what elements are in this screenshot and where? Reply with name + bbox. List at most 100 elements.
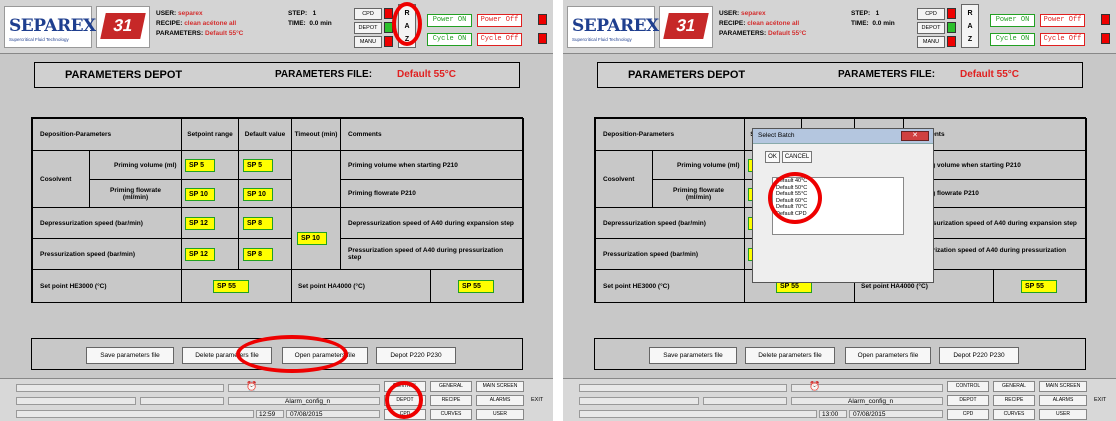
mode-depot-button[interactable]: DEPOT xyxy=(354,22,382,34)
time-label: TIME: xyxy=(288,20,306,27)
cycle-off-button[interactable]: Cycle Off xyxy=(477,33,522,46)
logo-tagline: Supercritical Fluid Technology xyxy=(9,37,69,42)
press-default[interactable]: SP 8 xyxy=(243,248,273,261)
mode-manu-button[interactable]: MANU xyxy=(354,36,382,48)
parameters-label: PARAMETERS: xyxy=(156,30,204,37)
ha4000-label: Set point HA4000 (°C) xyxy=(291,269,431,303)
nav-cpd[interactable]: CPD xyxy=(947,409,989,420)
nav-main-screen[interactable]: MAIN SCREEN xyxy=(1039,381,1087,392)
header-bar: SEPAREX Supercritical Fluid Technology 3… xyxy=(563,0,1116,54)
exit-button[interactable]: EXIT xyxy=(531,397,543,403)
mode-manu-button[interactable]: MANU xyxy=(917,36,945,48)
parameters-table: Deposition-Parameters Setpoint range Def… xyxy=(31,117,524,303)
cycle-off-button[interactable]: Cycle Off xyxy=(1040,33,1085,46)
priming-volume-default[interactable]: SP 5 xyxy=(243,159,273,172)
cycle-on-button[interactable]: Cycle ON xyxy=(427,33,472,46)
page-title-bar: PARAMETERS DEPOT PARAMETERS FILE: Defaul… xyxy=(34,62,520,88)
alarm-config: Alarm_config_n xyxy=(228,397,380,405)
priming-flowrate-setpoint[interactable]: SP 10 xyxy=(185,188,215,201)
cell-def-pv: SP 5 xyxy=(238,150,292,180)
mode-cpd-button[interactable]: CPD xyxy=(917,8,945,20)
anniversary-logo: 31 xyxy=(659,6,713,48)
nav-general[interactable]: GENERAL xyxy=(993,381,1035,392)
exit-button[interactable]: EXIT xyxy=(1094,397,1106,403)
close-icon[interactable]: ✕ xyxy=(901,131,929,141)
cell-sp-pv: SP 5 xyxy=(181,150,239,180)
alarm-clock-icon: ⏰ xyxy=(809,381,821,391)
nav-recipe[interactable]: RECIPE xyxy=(993,395,1035,406)
nav-curves[interactable]: CURVES xyxy=(430,409,472,420)
depress-setpoint[interactable]: SP 12 xyxy=(185,217,215,230)
depot-p220-button[interactable]: Depot P220 P230 xyxy=(939,347,1019,364)
open-parameters-button[interactable]: Open parameters file xyxy=(845,347,931,364)
power-off-button[interactable]: Power Off xyxy=(1040,14,1085,27)
header-params: Deposition-Parameters xyxy=(32,118,182,151)
depress-label: Depressurization speed (bar/min) xyxy=(595,207,745,239)
nav-control[interactable]: CONTROL xyxy=(947,381,989,392)
press-setpoint[interactable]: SP 12 xyxy=(185,248,215,261)
nav-alarms[interactable]: ALARMS xyxy=(1039,395,1087,406)
time-unit: min xyxy=(883,20,895,27)
user-value: separex xyxy=(741,10,766,17)
save-parameters-button[interactable]: Save parameters file xyxy=(649,347,737,364)
cell-def-ds: SP 8 xyxy=(238,207,292,239)
timeout-setpoint[interactable]: SP 10 xyxy=(297,232,327,245)
header-default: Default value xyxy=(238,118,292,151)
status-line-5 xyxy=(16,410,254,418)
ha4000-setpoint[interactable]: SP 55 xyxy=(1021,280,1057,293)
depress-comment: Depressurization speed of A40 during exp… xyxy=(340,207,524,239)
status-bar: ⏰ Alarm_config_n 13:00 07/08/2015 CONTRO… xyxy=(563,378,1116,421)
nav-alarms[interactable]: ALARMS xyxy=(476,395,524,406)
power-off-button[interactable]: Power Off xyxy=(477,14,522,27)
logo31-text: 31 xyxy=(100,13,146,39)
status-line-3 xyxy=(579,397,699,405)
cell-def-pf: SP 10 xyxy=(238,179,292,208)
clock-time: 13:00 xyxy=(819,410,847,418)
power-on-button[interactable]: Power ON xyxy=(990,14,1035,27)
nav-recipe[interactable]: RECIPE xyxy=(430,395,472,406)
manu-led xyxy=(384,36,393,47)
session-info: USER: separex RECIPE: clean acétone all … xyxy=(156,9,243,39)
power-on-button[interactable]: Power ON xyxy=(427,14,472,27)
priming-flowrate-label: Priming flowrate (ml/min) xyxy=(89,179,182,208)
dialog-cancel-button[interactable]: CANCEL xyxy=(782,151,812,163)
nav-general[interactable]: GENERAL xyxy=(430,381,472,392)
clock-time: 12:59 xyxy=(256,410,284,418)
depot-p220-button[interactable]: Depot P220 P230 xyxy=(376,347,456,364)
manu-led xyxy=(947,36,956,47)
logo31-text: 31 xyxy=(663,13,709,39)
nav-depot[interactable]: DEPOT xyxy=(947,395,989,406)
priming-flowrate-default[interactable]: SP 10 xyxy=(243,188,273,201)
status-line-5 xyxy=(579,410,817,418)
highlight-open-button xyxy=(236,335,348,373)
nav-user[interactable]: USER xyxy=(476,409,524,420)
header-setpoint: Setpoint range xyxy=(181,118,239,151)
logo-text: SEPAREX xyxy=(9,16,96,36)
page-title: PARAMETERS DEPOT xyxy=(628,69,746,81)
time-unit: min xyxy=(320,20,332,27)
depress-default[interactable]: SP 8 xyxy=(243,217,273,230)
time-value: 0.0 xyxy=(309,20,319,27)
save-parameters-button[interactable]: Save parameters file xyxy=(86,347,174,364)
nav-curves[interactable]: CURVES xyxy=(993,409,1035,420)
mode-depot-button[interactable]: DEPOT xyxy=(917,22,945,34)
dialog-ok-button[interactable]: OK xyxy=(765,151,780,163)
ha4000-setpoint[interactable]: SP 55 xyxy=(458,280,494,293)
priming-volume-setpoint[interactable]: SP 5 xyxy=(185,159,215,172)
time-value: 0.0 xyxy=(872,20,882,27)
nav-main-screen[interactable]: MAIN SCREEN xyxy=(476,381,524,392)
step-label: STEP: xyxy=(851,10,871,17)
press-comment: Pressurization speed of A40 during press… xyxy=(340,238,524,270)
he3000-setpoint[interactable]: SP 55 xyxy=(213,280,249,293)
separex-logo: SEPAREX Supercritical Fluid Technology xyxy=(567,6,659,48)
dialog-title: Select Batch xyxy=(758,132,795,139)
raz-r: R xyxy=(967,10,973,17)
delete-parameters-button[interactable]: Delete parameters file xyxy=(745,347,835,364)
cycle-led xyxy=(1101,33,1110,44)
cell-sp-ds: SP 12 xyxy=(181,207,239,239)
mode-cpd-button[interactable]: CPD xyxy=(354,8,382,20)
nav-user[interactable]: USER xyxy=(1039,409,1087,420)
cycle-on-button[interactable]: Cycle ON xyxy=(990,33,1035,46)
logo-tagline: Supercritical Fluid Technology xyxy=(572,37,632,42)
raz-button[interactable]: R A Z xyxy=(961,4,979,48)
